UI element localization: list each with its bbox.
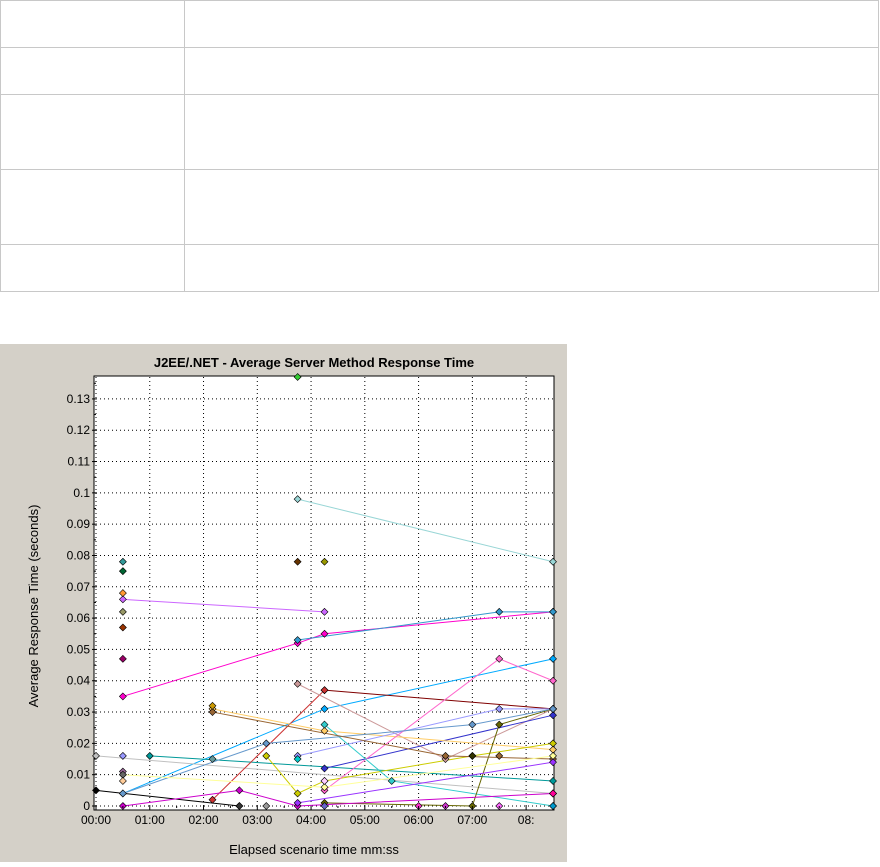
- chart-title: J2EE/.NET - Average Server Method Respon…: [154, 355, 474, 370]
- table-cell-value: [184, 244, 879, 292]
- plot-area: [93, 375, 555, 811]
- table-row: [0, 94, 879, 170]
- table-cell-key: [0, 244, 185, 292]
- table-row: [0, 244, 879, 292]
- y-axis-label: Average Response Time (seconds): [26, 505, 41, 708]
- y-tick-label: 0.04: [67, 674, 91, 688]
- x-tick-label: 08:: [518, 813, 535, 827]
- chart-panel: 0 0.01 0.02 0.03 0.04 0.05 0.06 0.07 0.08 0.09 0.1…: [0, 344, 567, 862]
- y-tick-label: 0.05: [67, 642, 91, 656]
- table-row: [0, 0, 879, 48]
- y-tick-label: 0.09: [67, 517, 91, 531]
- table-cell-key: [0, 169, 185, 245]
- y-tick-label: 0.08: [67, 548, 91, 562]
- x-tick-label: 02:00: [189, 813, 219, 827]
- y-tick-label: 0.1: [73, 486, 90, 500]
- x-tick-label: 00:00: [81, 813, 111, 827]
- response-time-chart: 0 0.01 0.02 0.03 0.04 0.05 0.06 0.07 0.08 0.09 0.1…: [26, 355, 557, 857]
- y-tick-label: 0.02: [67, 736, 91, 750]
- x-tick-label: 03:00: [242, 813, 272, 827]
- x-tick-label: 04:00: [296, 813, 326, 827]
- table-cell-key: [0, 47, 185, 95]
- table-cell-value: [184, 169, 879, 245]
- y-tick-label: 0.07: [67, 580, 91, 594]
- table-cell-key: [0, 0, 185, 48]
- x-tick-label: 06:00: [404, 813, 434, 827]
- y-tick-label: 0.11: [68, 455, 91, 469]
- table-row: [0, 169, 879, 245]
- x-tick-label: 07:00: [457, 813, 487, 827]
- y-tick-label: 0.12: [67, 423, 91, 437]
- x-tick-label: 01:00: [135, 813, 165, 827]
- table-cell-key: [0, 94, 185, 170]
- y-tick-label: 0: [83, 799, 90, 813]
- y-tick-label: 0.06: [67, 611, 91, 625]
- table-cell-value: [184, 94, 879, 170]
- y-tick-label: 0.13: [67, 392, 91, 406]
- table-cell-value: [184, 47, 879, 95]
- table-cell-value: [184, 0, 879, 48]
- y-axis-ticks: 0 0.01 0.02 0.03 0.04 0.05 0.06 0.07 0.08 0.09 0.1…: [67, 382, 96, 813]
- info-table: [0, 0, 879, 292]
- x-tick-label: 05:00: [350, 813, 380, 827]
- y-tick-label: 0.03: [67, 705, 91, 719]
- table-row: [0, 47, 879, 95]
- y-tick-label: 0.01: [67, 768, 91, 782]
- x-axis-label: Elapsed scenario time mm:ss: [229, 842, 399, 857]
